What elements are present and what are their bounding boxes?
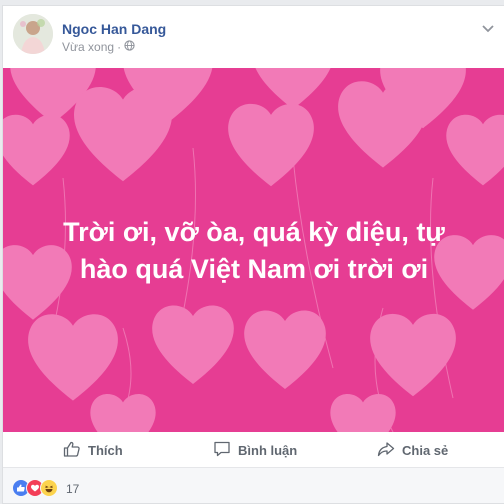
action-bar: Thích Bình luận Chia sẻ [3, 432, 504, 468]
chevron-down-icon[interactable] [482, 20, 494, 38]
haha-reaction-icon [40, 479, 58, 497]
share-label: Chia sẻ [402, 442, 449, 458]
post-header: Ngoc Han Dang Vừa xong · [3, 6, 504, 68]
reaction-count[interactable]: 17 [66, 482, 79, 496]
globe-icon[interactable] [124, 40, 135, 54]
author-name[interactable]: Ngoc Han Dang [62, 21, 166, 37]
like-label: Thích [88, 442, 123, 458]
reaction-icons[interactable] [12, 479, 58, 497]
share-icon [377, 440, 395, 461]
like-button[interactable]: Thích [63, 432, 123, 468]
text-banner: Trời ơi, vỡ òa, quá kỳ diệu, tự hào quá … [3, 68, 504, 432]
avatar[interactable] [13, 14, 53, 54]
comment-button[interactable]: Bình luận [213, 432, 297, 468]
meta-separator: · [117, 40, 122, 54]
reactions-bar: 17 [3, 468, 504, 503]
comment-label: Bình luận [238, 442, 298, 458]
post-meta: Vừa xong · [62, 40, 135, 54]
post-card: Ngoc Han Dang Vừa xong · Trời ơi, vỡ òa,… [2, 5, 504, 504]
comment-icon [213, 440, 231, 461]
thumbs-up-icon [63, 440, 81, 461]
banner-text: Trời ơi, vỡ òa, quá kỳ diệu, tự hào quá … [3, 214, 504, 288]
banner-line-2: hào quá Việt Nam ơi trời ơi [79, 254, 429, 284]
timestamp[interactable]: Vừa xong [62, 40, 114, 54]
banner-line-1: Trời ơi, vỡ òa, quá kỳ diệu, tự [63, 217, 445, 247]
share-button[interactable]: Chia sẻ [377, 432, 448, 468]
